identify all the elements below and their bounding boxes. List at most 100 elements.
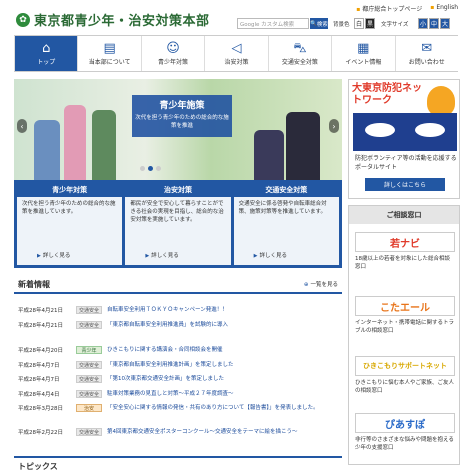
consult-logo[interactable]: ぴあすぽ <box>355 413 455 433</box>
car-icon: ⛍ <box>293 41 307 56</box>
font-large-button[interactable]: 大 <box>440 18 450 29</box>
news-badge: 治安 <box>76 404 102 412</box>
news-row[interactable]: 平成28年4月21日 交通安全 自転車安全利用ＴＯＫＹＯキャンペーン発進！！ <box>18 306 337 314</box>
consult-logo[interactable]: こたエール <box>355 296 455 316</box>
hero-title: 青少年施策 <box>159 101 205 111</box>
card-more-link[interactable]: 詳しく見る <box>145 251 179 259</box>
news-text[interactable]: ひきこもりに関する講演会・合同相談会を開催 <box>107 346 337 354</box>
news-row[interactable]: 平成28年4月7日 交通安全 「第10次東京都交通安全計画」を策定しました <box>18 375 337 383</box>
card-title: 治安対策 <box>125 183 231 197</box>
nav-label: 当本部について <box>88 59 131 66</box>
news-list-link[interactable]: 一覧を見る <box>304 280 338 288</box>
hero-slider[interactable]: 青少年施策 次代を担う青少年のための総合的な施策を推進 ‹ › <box>14 79 342 180</box>
nav-label: お問い合わせ <box>408 59 445 66</box>
news-text[interactable]: 「第10次東京都交通安全計画」を策定しました <box>107 375 337 383</box>
consult-logo[interactable]: ひきこもりサポートネット <box>355 356 455 376</box>
hero-photo-person <box>254 130 284 180</box>
banner-detail-button[interactable]: 詳しくはこちら <box>365 178 445 191</box>
font-medium-button[interactable]: 中 <box>429 18 439 29</box>
news-text[interactable]: 「東京都自転車安全利用推進員」を試験的に導入 <box>107 321 337 329</box>
news-text[interactable]: 駐車対策業務の見直しと対策～平成２７年度調査～ <box>107 390 337 398</box>
nav-events[interactable]: ▦ イベント情報 <box>331 36 394 71</box>
card-desc: 交通安全に係る啓発や自転車総合対策、施策対策等を推進しています。 <box>238 201 327 215</box>
news-text[interactable]: 「安全安心に関する情報の発信・共有のあり方について【報告書】」を発表しました。 <box>107 404 337 412</box>
site-logo[interactable]: ✿ 東京都青少年・治安対策本部 <box>16 10 210 29</box>
news-date: 平成28年2月22日 <box>18 430 63 436</box>
font-size-label: 文字サイズ <box>381 22 409 28</box>
news-text[interactable]: 第4回東京都交通安全ポスターコンクール～交通安全をテーマに絵を描こう～ <box>107 428 337 436</box>
news-date: 平成28年4月21日 <box>18 323 63 329</box>
consult-block[interactable]: 若ナビ 18歳以上の若者を対象にした総合相談窓口 <box>355 232 455 271</box>
slider-dot[interactable] <box>140 166 145 171</box>
search-input[interactable]: Google カスタム検索 <box>237 18 309 29</box>
consult-block[interactable]: こたエール インターネット・携帯電話に関するトラブルの相談窓口 <box>355 296 455 335</box>
font-small-button[interactable]: 小 <box>418 18 428 29</box>
news-text[interactable]: 自転車安全利用ＴＯＫＹＯキャンペーン発進！！ <box>107 306 337 314</box>
news-row[interactable]: 平成28年4月21日 交通安全 「東京都自転車安全利用推進員」を試験的に導入 <box>18 321 337 329</box>
global-nav: ⌂ トップ ▤ 当本部について ☺ 青少年対策 ◁ 治安対策 ⛍ 交通安全対策 ▦ イベント… <box>14 35 458 72</box>
calendar-icon: ▦ <box>357 41 370 56</box>
news-date: 平成28年4月20日 <box>18 348 63 354</box>
consult-block[interactable]: ぴあすぽ 非行等のさまざまな悩みや問題を抱える少年の支援窓口 <box>355 413 455 452</box>
banner-title: 大東京防犯ネットワーク <box>352 83 422 106</box>
consult-desc: インターネット・携帯電話に関するトラブルの相談窓口 <box>355 320 455 334</box>
nav-about[interactable]: ▤ 当本部について <box>77 36 140 71</box>
link-tocho-top[interactable]: 都庁総合トップページ <box>356 4 422 13</box>
bg-white-button[interactable]: 白 <box>354 18 364 29</box>
card-more-link[interactable]: 詳しく見る <box>37 251 71 259</box>
news-badge: 交通安全 <box>76 321 102 329</box>
news-row[interactable]: 平成28年4月4日 交通安全 駐車対策業務の見直しと対策～平成２７年度調査～ <box>18 390 337 398</box>
news-text[interactable]: 「東京都自転車安全利用推進計画」を策定しました <box>107 361 337 369</box>
hero-caption: 青少年施策 次代を担う青少年のための総合的な施策を推進 <box>132 95 232 137</box>
top-links: 都庁総合トップページ English <box>356 4 458 13</box>
card-security[interactable]: 治安対策 都民が安全で安心して暮らすことができる社会の実現を目指し、総合的な治安… <box>125 183 231 265</box>
topics-heading: トピックス <box>18 462 58 471</box>
nav-traffic[interactable]: ⛍ 交通安全対策 <box>267 36 331 71</box>
mascot-icon <box>427 86 455 116</box>
news-heading: 新着情報 <box>18 280 50 289</box>
news-date: 平成28年4月7日 <box>18 377 60 383</box>
nav-label: 治安対策 <box>224 59 249 66</box>
news-date: 平成28年3月28日 <box>18 406 63 412</box>
crime-prevention-banner[interactable]: 大東京防犯ネットワーク 防犯ボランティア等の活動を応援するポータルサイト 詳しく… <box>348 79 460 199</box>
news-badge: 交通安全 <box>76 375 102 383</box>
news-badge: 交通安全 <box>76 306 102 314</box>
nav-contact[interactable]: ✉ お問い合わせ <box>394 36 458 71</box>
card-title: 青少年対策 <box>17 183 123 197</box>
nav-label: 交通安全対策 <box>281 59 318 66</box>
bg-color-label: 背景色 <box>333 22 350 28</box>
news-badge: 交通安全 <box>76 428 102 436</box>
nav-youth[interactable]: ☺ 青少年対策 <box>140 36 204 71</box>
consult-desc: 非行等のさまざまな悩みや問題を抱える少年の支援窓口 <box>355 437 454 451</box>
consult-block[interactable]: ひきこもりサポートネット ひきこもりに悩む本人やご家族、ご友人の相談窓口 <box>355 356 455 395</box>
card-desc: 都民が安全で安心して暮らすことができる社会の実現を目指し、総合的な治安対策を実施… <box>130 201 224 223</box>
news-row[interactable]: 平成28年3月28日 治安 「安全安心に関する情報の発信・共有のあり方について【報告… <box>18 404 337 412</box>
eye-icon <box>415 123 445 137</box>
card-traffic[interactable]: 交通安全対策 交通安全に係る啓発や自転車総合対策、施策対策等を推進しています。 … <box>233 183 339 265</box>
slider-next-icon[interactable]: › <box>329 119 339 133</box>
news-date: 平成28年4月4日 <box>18 392 60 398</box>
news-header: 新着情報 一覧を見る <box>14 274 342 294</box>
people-icon: ☺ <box>166 41 180 56</box>
consult-heading: ご相談窓口 <box>349 206 459 224</box>
news-row[interactable]: 平成28年4月20日 青少年 ひきこもりに関する講演会・合同相談会を開催 <box>18 346 337 354</box>
nav-top[interactable]: ⌂ トップ <box>14 36 78 71</box>
slider-dot[interactable] <box>156 166 161 171</box>
link-english[interactable]: English <box>430 4 458 13</box>
site-header: ✿ 東京都青少年・治安対策本部 都庁総合トップページ English Googl… <box>0 0 472 34</box>
slider-dot-active[interactable] <box>148 166 153 171</box>
megaphone-icon: ◁ <box>231 41 242 56</box>
news-row[interactable]: 平成28年2月22日 交通安全 第4回東京都交通安全ポスターコンクール～交通安全をテ… <box>18 428 337 436</box>
card-youth[interactable]: 青少年対策 次代を担う青少年のための総合的な施策を推進しています。 詳しく見る <box>17 183 123 265</box>
consult-logo[interactable]: 若ナビ <box>355 232 455 252</box>
nav-security[interactable]: ◁ 治安対策 <box>204 36 267 71</box>
banner-desc: 防犯ボランティア等の活動を応援するポータルサイト <box>355 155 457 171</box>
nav-label: 青少年対策 <box>158 59 189 66</box>
news-row[interactable]: 平成28年4月7日 交通安全 「東京都自転車安全利用推進計画」を策定しました <box>18 361 337 369</box>
search-button[interactable]: 🔍 検索 <box>310 18 328 29</box>
bg-black-button[interactable]: 黒 <box>365 18 375 29</box>
slider-prev-icon[interactable]: ‹ <box>17 119 27 133</box>
hero-photo-person <box>34 120 60 180</box>
news-date: 平成28年4月7日 <box>18 363 60 369</box>
card-more-link[interactable]: 詳しく見る <box>254 251 288 259</box>
